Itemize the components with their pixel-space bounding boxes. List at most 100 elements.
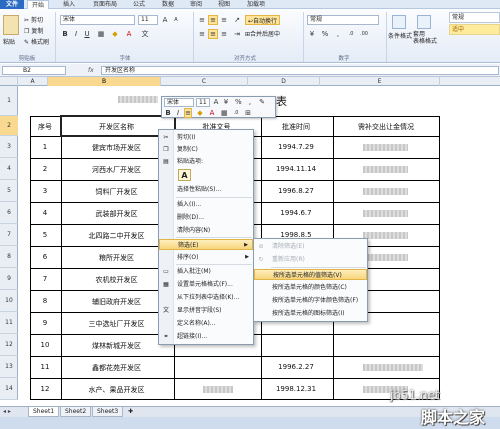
menu-item-filter[interactable]: 筛选(E) ▶ <box>159 239 253 250</box>
submenu-item-filter-by-value[interactable]: 按所选单元格的值筛选(V) <box>254 269 367 280</box>
row-header[interactable]: 5 <box>0 180 18 202</box>
row-header[interactable]: 11 <box>0 312 18 334</box>
menu-item-pick-list[interactable]: 从下拉列表中选择(K)... <box>159 292 253 303</box>
conditional-format-icon[interactable] <box>392 15 406 29</box>
menu-item-hyperlink[interactable]: ⚭ 超链接(I)... <box>159 331 253 342</box>
menu-item-phonetic[interactable]: 文 显示拼音字段(S) <box>159 305 253 316</box>
column-header[interactable]: E <box>320 77 440 86</box>
align-right-icon[interactable]: ≡ <box>219 29 229 39</box>
column-header[interactable]: D <box>248 77 320 86</box>
align-middle-icon[interactable]: ≡ <box>208 15 218 25</box>
name-box[interactable]: B2 <box>2 66 66 75</box>
menu-item-copy[interactable]: ❐ 复制(C) <box>159 144 253 155</box>
paste-option-button[interactable]: A <box>178 169 191 181</box>
menu-item-insert-comment[interactable]: ▭ 插入批注(M) <box>159 266 253 277</box>
align-top-icon[interactable]: ≡ <box>197 15 207 25</box>
row-header[interactable]: 14 <box>0 378 18 400</box>
font-name-combo[interactable]: 宋体 <box>60 15 135 25</box>
paste-icon[interactable] <box>3 15 19 35</box>
menu-item-paste-special[interactable]: 选择性粘贴(S)... <box>159 184 253 195</box>
row-header[interactable]: 4 <box>0 158 18 180</box>
phonetic-icon[interactable]: 文 <box>140 29 150 39</box>
menu-item-insert[interactable]: 插入(I)... <box>159 199 253 210</box>
sheet-nav-icon[interactable]: ◂ ▸ <box>3 408 11 415</box>
submenu-item-reapply[interactable]: ↻ 重新应用(R) <box>254 254 367 265</box>
paste-button[interactable]: 粘贴 <box>3 37 15 46</box>
copy-button[interactable]: ❐ 复制 <box>24 26 43 35</box>
conditional-format-button[interactable]: 条件格式 <box>388 31 412 40</box>
comma-icon[interactable]: , <box>246 97 254 107</box>
style-normal[interactable]: 常规 <box>449 12 500 23</box>
comma-button[interactable]: , <box>333 29 343 39</box>
cut-button[interactable]: ✂ 剪切 <box>24 15 43 24</box>
tab-formulas[interactable]: 公式 <box>128 0 150 9</box>
row-header[interactable]: 12 <box>0 334 18 356</box>
align-bottom-icon[interactable]: ≡ <box>219 15 229 25</box>
column-header[interactable]: A <box>18 77 48 86</box>
column-header[interactable]: B <box>48 77 161 86</box>
tab-addins[interactable]: 加载项 <box>241 0 271 9</box>
font-color-icon[interactable]: A <box>124 29 134 39</box>
wrap-text-button[interactable]: ↩自动换行 <box>245 15 281 25</box>
grow-font-icon[interactable]: A <box>212 97 220 107</box>
percent-icon[interactable]: % <box>234 97 242 107</box>
sheet-tab[interactable]: Sheet3 <box>92 407 124 417</box>
borders-icon[interactable]: ▦ <box>96 29 106 39</box>
underline-button[interactable]: U <box>82 29 92 39</box>
percent-button[interactable]: % <box>320 29 330 39</box>
row-header[interactable]: 2 <box>0 116 18 136</box>
format-as-table-button[interactable]: 套用 表格格式 <box>413 31 437 45</box>
decrease-decimal-icon[interactable]: .00 <box>359 29 369 39</box>
style-neutral[interactable]: 适中 <box>449 24 500 35</box>
row-header[interactable]: 8 <box>0 246 18 268</box>
new-sheet-icon[interactable]: ✚ <box>128 408 133 415</box>
mini-size-combo[interactable]: 11 <box>196 98 210 107</box>
format-painter-button[interactable]: ✎ 格式刷 <box>24 37 49 46</box>
column-header[interactable]: C <box>161 77 248 86</box>
submenu-item-filter-by-font-color[interactable]: 按所选单元格的字体颜色筛选(F) <box>254 295 367 306</box>
row-header[interactable]: 9 <box>0 268 18 290</box>
row-header[interactable]: 1 <box>0 86 18 116</box>
format-painter-icon[interactable]: ✎ <box>258 97 266 107</box>
currency-icon[interactable]: ¥ <box>307 29 317 39</box>
sheet-tab[interactable]: Sheet2 <box>60 407 92 417</box>
row-header[interactable]: 13 <box>0 356 18 378</box>
menu-item-cut[interactable]: ✂ 剪切(I) <box>159 132 253 143</box>
tab-home[interactable]: 开始 <box>27 0 49 9</box>
menu-item-delete[interactable]: 删除(D)... <box>159 212 253 223</box>
row-header[interactable]: 7 <box>0 224 18 246</box>
tab-data[interactable]: 数据 <box>157 0 179 9</box>
fx-icon[interactable]: fx <box>88 67 94 74</box>
submenu-item-filter-by-color[interactable]: 按所选单元格的颜色筛选(C) <box>254 282 367 293</box>
submenu-item-filter-by-icon[interactable]: 按所选单元格的图标筛选(I) <box>254 308 367 319</box>
fill-color-icon[interactable]: ◆ <box>110 29 120 39</box>
formula-input[interactable]: 开发区名称 <box>101 66 499 75</box>
grow-font-icon[interactable]: A <box>160 15 170 25</box>
tab-page-layout[interactable]: 页面布局 <box>88 0 122 9</box>
format-as-table-icon[interactable] <box>417 15 431 29</box>
italic-button[interactable]: I <box>71 29 81 39</box>
shrink-font-icon[interactable]: A <box>171 15 181 25</box>
font-color-icon[interactable]: A <box>208 108 216 118</box>
row-header[interactable]: 3 <box>0 136 18 158</box>
menu-item-format-cells[interactable]: ▦ 设置单元格格式(F)... <box>159 279 253 290</box>
number-format-combo[interactable]: 常规 <box>307 15 379 25</box>
align-center-icon[interactable]: ≡ <box>208 29 218 39</box>
bold-button[interactable]: B <box>164 108 172 118</box>
menu-item-clear[interactable]: 清除内容(N) <box>159 225 253 236</box>
merge-icon[interactable]: ⊞ <box>244 108 252 118</box>
menu-item-sort[interactable]: 排序(O) ▶ <box>159 252 253 263</box>
decimal-icon[interactable]: .0 <box>232 108 240 118</box>
tab-insert[interactable]: 插入 <box>58 0 80 9</box>
row-header[interactable]: 6 <box>0 202 18 224</box>
borders-icon[interactable]: ▦ <box>220 108 228 118</box>
fill-color-icon[interactable]: ◆ <box>196 108 204 118</box>
submenu-item-clear-filter[interactable]: ⊘ 清除筛选(E) <box>254 241 367 252</box>
bold-button[interactable]: B <box>60 29 70 39</box>
center-align-icon[interactable]: ≡ <box>184 108 192 118</box>
font-size-combo[interactable]: 11 <box>138 15 158 25</box>
mini-font-combo[interactable]: 宋体 <box>164 98 194 107</box>
italic-button[interactable]: I <box>174 108 182 118</box>
increase-decimal-icon[interactable]: .0 <box>346 29 356 39</box>
tab-review[interactable]: 审阅 <box>185 0 207 9</box>
